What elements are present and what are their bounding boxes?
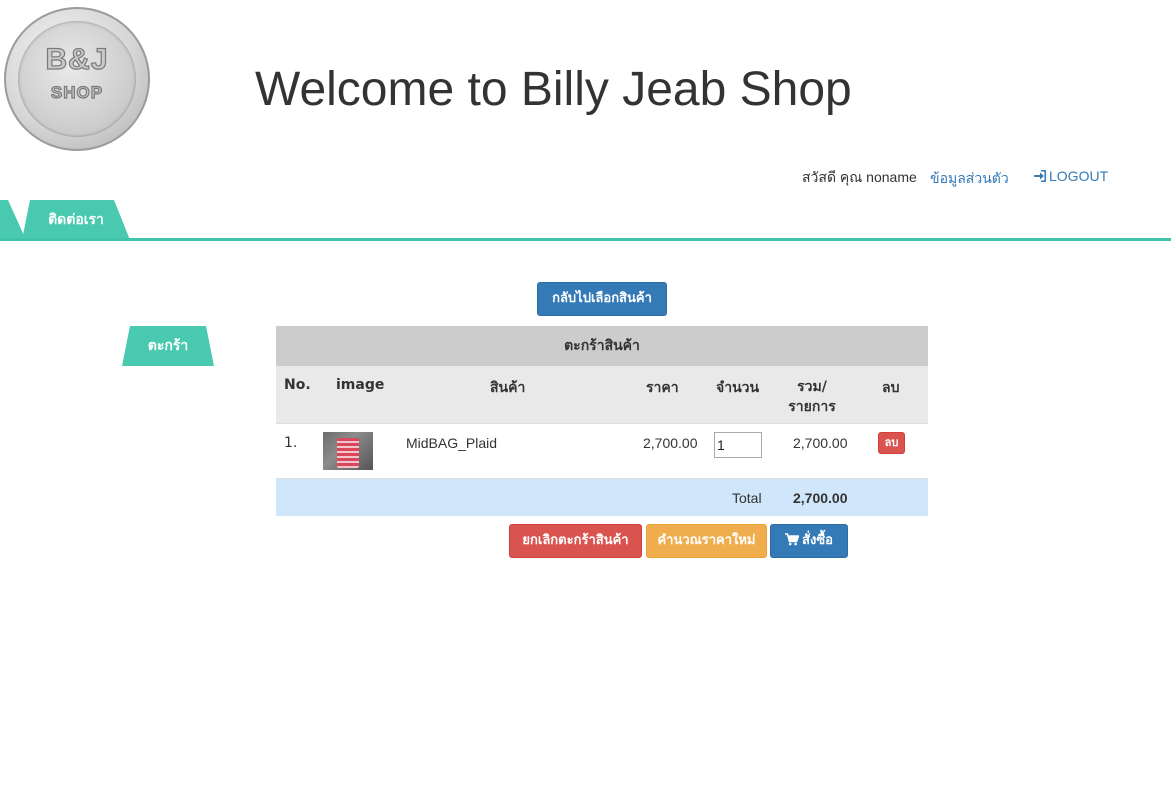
cart-caption: ตะกร้าสินค้า: [276, 326, 928, 366]
total-row: Total 2,700.00: [276, 479, 928, 516]
greeting-text: สวัสดี คุณ noname: [802, 169, 917, 185]
cart-table: ตะกร้าสินค้า No. image สินค้า ราคา จำนวน…: [276, 326, 928, 516]
back-to-shop-button[interactable]: กลับไปเลือกสินค้า: [537, 282, 667, 316]
total-value: 2,700.00: [793, 490, 848, 506]
shop-logo: B&J SHOP: [4, 7, 150, 151]
sign-in-icon: [1034, 170, 1046, 182]
logo-text-bottom: SHOP: [50, 82, 104, 102]
logout-link[interactable]: LOGOUT: [1033, 168, 1108, 184]
shopping-cart-icon: [785, 533, 800, 546]
tab-cart-label: ตะกร้า: [147, 338, 189, 354]
column-header-delete: ลบ: [882, 380, 900, 396]
row-sum: 2,700.00: [793, 435, 848, 451]
tab-cart[interactable]: ตะกร้า: [122, 326, 214, 366]
cart-header-row: No. image สินค้า ราคา จำนวน รวม/รายการ ล…: [276, 366, 928, 424]
product-name: MidBAG_Plaid: [406, 435, 498, 451]
column-header-sum: รวม/รายการ: [788, 379, 836, 415]
order-button[interactable]: สั่งซื้อ: [770, 524, 848, 558]
product-thumbnail[interactable]: [323, 432, 373, 470]
recalculate-button[interactable]: คำนวณราคาใหม่: [646, 524, 767, 558]
cancel-cart-button[interactable]: ยกเลิกตะกร้าสินค้า: [509, 524, 642, 558]
nav-underline: [0, 238, 1171, 241]
logout-label: LOGOUT: [1049, 168, 1109, 184]
tab-home[interactable]: [0, 200, 26, 240]
column-header-price: ราคา: [646, 380, 679, 396]
delete-item-button[interactable]: ลบ: [878, 432, 905, 454]
quantity-input[interactable]: [714, 432, 762, 458]
logo-text-top: B&J: [45, 42, 109, 76]
column-header-name: สินค้า: [490, 380, 526, 396]
logo-emblem: [18, 21, 136, 137]
total-row-tail: [856, 479, 928, 516]
table-row: 1. MidBAG_Plaid 2,700.00 2,700.00 ลบ: [276, 424, 928, 479]
tab-contact-label: ติดต่อเรา: [48, 212, 104, 228]
total-label: Total: [732, 490, 762, 506]
page-title: Welcome to Billy Jeab Shop: [255, 63, 852, 116]
row-number: 1.: [284, 435, 298, 451]
tab-contact[interactable]: ติดต่อเรา: [22, 200, 130, 240]
column-header-image: image: [336, 377, 385, 393]
column-header-qty: จำนวน: [716, 380, 760, 396]
bag-image: [337, 438, 359, 468]
column-header-no: No.: [284, 377, 311, 393]
profile-link[interactable]: ข้อมูลส่วนตัว: [930, 168, 1009, 190]
order-label: สั่งซื้อ: [802, 533, 833, 548]
product-price: 2,700.00: [643, 435, 698, 451]
